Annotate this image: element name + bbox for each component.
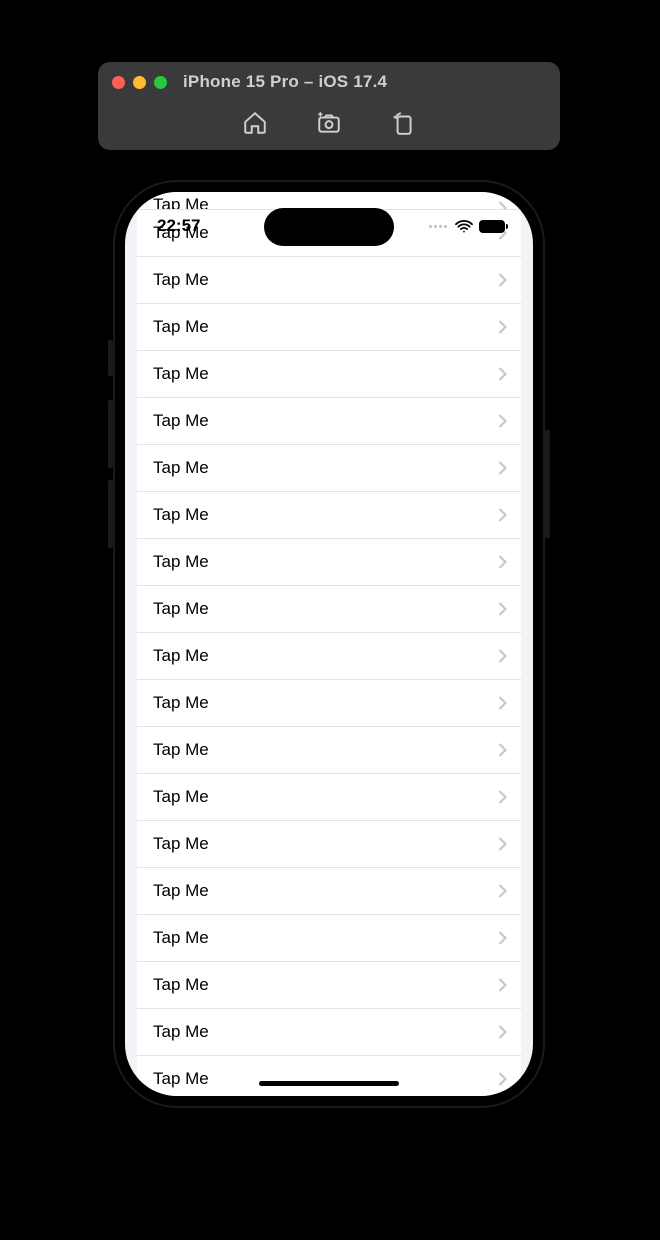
list-item[interactable]: Tap Me	[137, 492, 521, 539]
simulator-toolbar	[98, 102, 560, 150]
list-item-label: Tap Me	[153, 1022, 209, 1042]
chevron-right-icon	[498, 1072, 507, 1086]
list-item-label: Tap Me	[153, 364, 209, 384]
chevron-right-icon	[498, 931, 507, 945]
window-zoom-button[interactable]	[154, 76, 167, 89]
list-item-label: Tap Me	[153, 317, 209, 337]
list-item[interactable]: Tap Me	[137, 868, 521, 915]
chevron-right-icon	[498, 978, 507, 992]
list-item-label: Tap Me	[153, 505, 209, 525]
chevron-right-icon	[498, 273, 507, 287]
wifi-icon	[455, 220, 473, 233]
list-item-label: Tap Me	[153, 458, 209, 478]
list-scroll-area[interactable]: Tap Me Tap Me Tap Me Tap Me Tap Me Tap Me Tap …	[125, 192, 533, 1096]
chevron-right-icon	[498, 743, 507, 757]
list-item-label: Tap Me	[153, 928, 209, 948]
window-traffic-lights	[112, 76, 167, 89]
chevron-right-icon	[498, 837, 507, 851]
phone-screen: 22:57 Tap MeTap MeTap MeTap MeTap MeTap …	[125, 192, 533, 1096]
chevron-right-icon	[498, 649, 507, 663]
screenshot-button[interactable]	[314, 108, 344, 138]
dynamic-island	[264, 208, 394, 246]
list-item[interactable]: Tap Me	[137, 727, 521, 774]
phone-frame: 22:57 Tap MeTap MeTap MeTap MeTap MeTap …	[113, 180, 545, 1108]
list-item-label: Tap Me	[153, 975, 209, 995]
chevron-right-icon	[498, 602, 507, 616]
rotate-icon	[390, 110, 416, 136]
list-item[interactable]: Tap Me	[137, 398, 521, 445]
chevron-right-icon	[498, 555, 507, 569]
list-item[interactable]: Tap Me	[137, 1009, 521, 1056]
list-item[interactable]: Tap Me	[137, 304, 521, 351]
volume-down-button[interactable]	[108, 480, 113, 548]
volume-up-button[interactable]	[108, 400, 113, 468]
list-item[interactable]: Tap Me	[137, 351, 521, 398]
action-button[interactable]	[108, 340, 113, 376]
list-item[interactable]: Tap Me	[137, 633, 521, 680]
list-item-label: Tap Me	[153, 270, 209, 290]
list-item-label: Tap Me	[153, 1069, 209, 1089]
home-icon	[242, 110, 268, 136]
home-button[interactable]	[240, 108, 270, 138]
list-item-label: Tap Me	[153, 881, 209, 901]
chevron-right-icon	[498, 414, 507, 428]
list-item[interactable]: Tap Me	[137, 257, 521, 304]
list-item-label: Tap Me	[153, 787, 209, 807]
home-indicator[interactable]	[259, 1081, 399, 1086]
list-item-label: Tap Me	[153, 693, 209, 713]
list-item-label: Tap Me	[153, 740, 209, 760]
list-item-label: Tap Me	[153, 411, 209, 431]
chevron-right-icon	[498, 1025, 507, 1039]
list-item[interactable]: Tap Me	[137, 774, 521, 821]
list-item-label: Tap Me	[153, 646, 209, 666]
status-time: 22:57	[157, 216, 200, 236]
simulator-title: iPhone 15 Pro – iOS 17.4	[183, 72, 387, 92]
list-item[interactable]: Tap Me	[137, 1056, 521, 1096]
simulator-titlebar[interactable]: iPhone 15 Pro – iOS 17.4	[98, 62, 560, 102]
rotate-button[interactable]	[388, 108, 418, 138]
chevron-right-icon	[498, 367, 507, 381]
list-item[interactable]: Tap Me	[137, 821, 521, 868]
list-item[interactable]: Tap Me	[137, 445, 521, 492]
list-item[interactable]: Tap Me	[137, 962, 521, 1009]
list-item[interactable]: Tap Me	[137, 680, 521, 727]
list-item[interactable]: Tap Me	[137, 586, 521, 633]
side-button[interactable]	[545, 430, 550, 538]
camera-icon	[316, 110, 342, 136]
list-item-label: Tap Me	[153, 834, 209, 854]
chevron-right-icon	[498, 461, 507, 475]
chevron-right-icon	[498, 320, 507, 334]
chevron-right-icon	[498, 696, 507, 710]
simulator-window: iPhone 15 Pro – iOS 17.4	[98, 62, 560, 150]
chevron-right-icon	[498, 884, 507, 898]
list-item-label: Tap Me	[153, 552, 209, 572]
window-minimize-button[interactable]	[133, 76, 146, 89]
list-item[interactable]: Tap Me	[137, 915, 521, 962]
window-close-button[interactable]	[112, 76, 125, 89]
list-item[interactable]: Tap Me	[137, 539, 521, 586]
table-view: Tap Me Tap Me Tap Me Tap Me Tap Me Tap Me Tap …	[137, 192, 521, 1096]
cellular-icon	[429, 225, 447, 228]
chevron-right-icon	[498, 790, 507, 804]
chevron-right-icon	[498, 508, 507, 522]
list-item-label: Tap Me	[153, 599, 209, 619]
battery-icon	[479, 220, 505, 233]
